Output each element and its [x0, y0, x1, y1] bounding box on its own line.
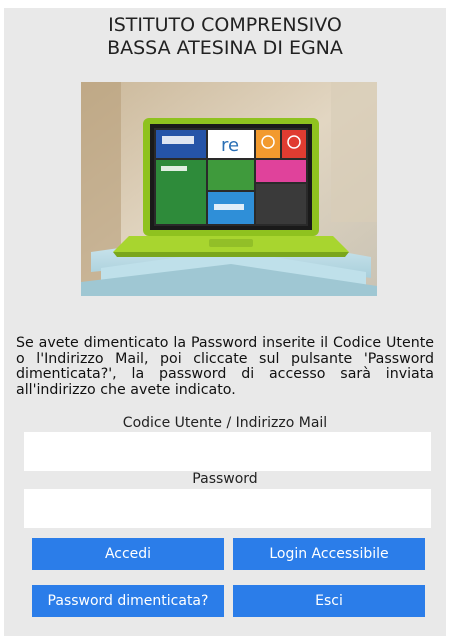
school-title-line1: ISTITUTO COMPRENSIVO [108, 14, 342, 36]
svg-text:re: re [221, 135, 239, 156]
password-recovery-instructions: Se avete dimenticato la Password inserit… [16, 335, 434, 398]
exit-button[interactable]: Esci [233, 585, 425, 617]
accessible-login-button[interactable]: Login Accessibile [233, 538, 425, 570]
school-title: ISTITUTO COMPRENSIVO BASSA ATESINA DI EG… [4, 14, 446, 60]
school-title-line2: BASSA ATESINA DI EGNA [107, 37, 343, 59]
user-code-or-email-input[interactable] [24, 432, 431, 471]
login-panel: ISTITUTO COMPRENSIVO BASSA ATESINA DI EG… [4, 8, 446, 636]
password-input[interactable] [24, 489, 431, 528]
hero-laptop-image: re [81, 82, 377, 296]
login-button[interactable]: Accedi [32, 538, 224, 570]
forgot-password-button[interactable]: Password dimenticata? [32, 585, 224, 617]
user-field-label: Codice Utente / Indirizzo Mail [122, 415, 328, 431]
password-field-label: Password [192, 471, 258, 487]
